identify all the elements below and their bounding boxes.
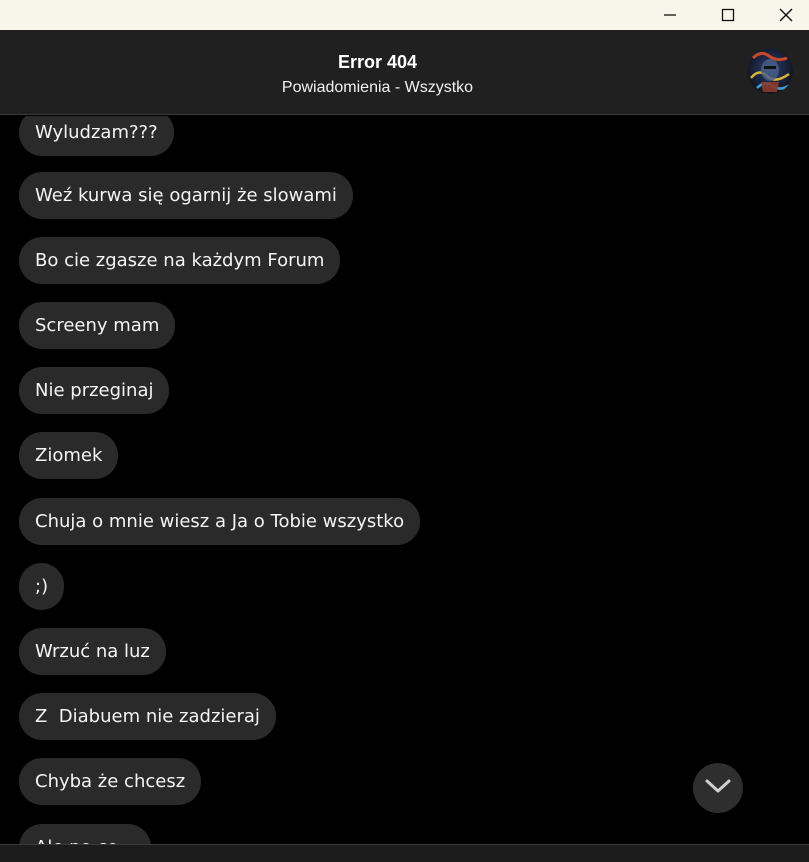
message-bubble[interactable]: Screeny mam xyxy=(19,302,176,349)
chat-title: Error 404 xyxy=(337,52,418,72)
message-list[interactable]: Wyludzam??? Weź kurwa się ogarnij że slo… xyxy=(0,116,809,844)
message-bubble[interactable]: Wyludzam??? xyxy=(19,116,174,156)
close-icon xyxy=(778,7,794,23)
avatar-image xyxy=(747,48,793,94)
chat-header: Error 404 Powiadomienia - Wszystko xyxy=(0,30,809,115)
scroll-to-bottom-button[interactable] xyxy=(693,763,743,813)
message-bubble[interactable]: Ale po co... xyxy=(19,824,152,844)
message-bubble[interactable]: Ziomek xyxy=(19,432,119,479)
message-bubble[interactable]: Bo cie zgasze na każdym Forum xyxy=(19,237,341,284)
chevron-down-icon xyxy=(705,778,731,798)
avatar[interactable] xyxy=(747,48,793,94)
window-titlebar xyxy=(0,0,809,30)
minimize-button[interactable] xyxy=(641,0,699,30)
message-bubble[interactable]: ;) xyxy=(19,563,65,610)
message-bubble[interactable]: Weź kurwa się ogarnij że slowami xyxy=(19,172,353,219)
message-bubble[interactable]: Wrzuć na luz xyxy=(19,628,166,675)
close-window-button[interactable] xyxy=(757,0,809,30)
message-bubble[interactable]: Nie przeginaj xyxy=(19,367,170,414)
message-bubble[interactable]: Chyba że chcesz xyxy=(19,758,202,805)
message-bubble[interactable]: Chuja o mnie wiesz a Ja o Tobie wszystko xyxy=(19,498,421,545)
bottom-bar xyxy=(0,844,809,862)
minimize-icon xyxy=(663,8,677,22)
message-bubble[interactable]: Z Diabuem nie zadzieraj xyxy=(19,693,276,740)
maximize-button[interactable] xyxy=(699,0,757,30)
maximize-icon xyxy=(721,8,735,22)
chat-subtitle[interactable]: Powiadomienia - Wszystko xyxy=(0,79,755,97)
